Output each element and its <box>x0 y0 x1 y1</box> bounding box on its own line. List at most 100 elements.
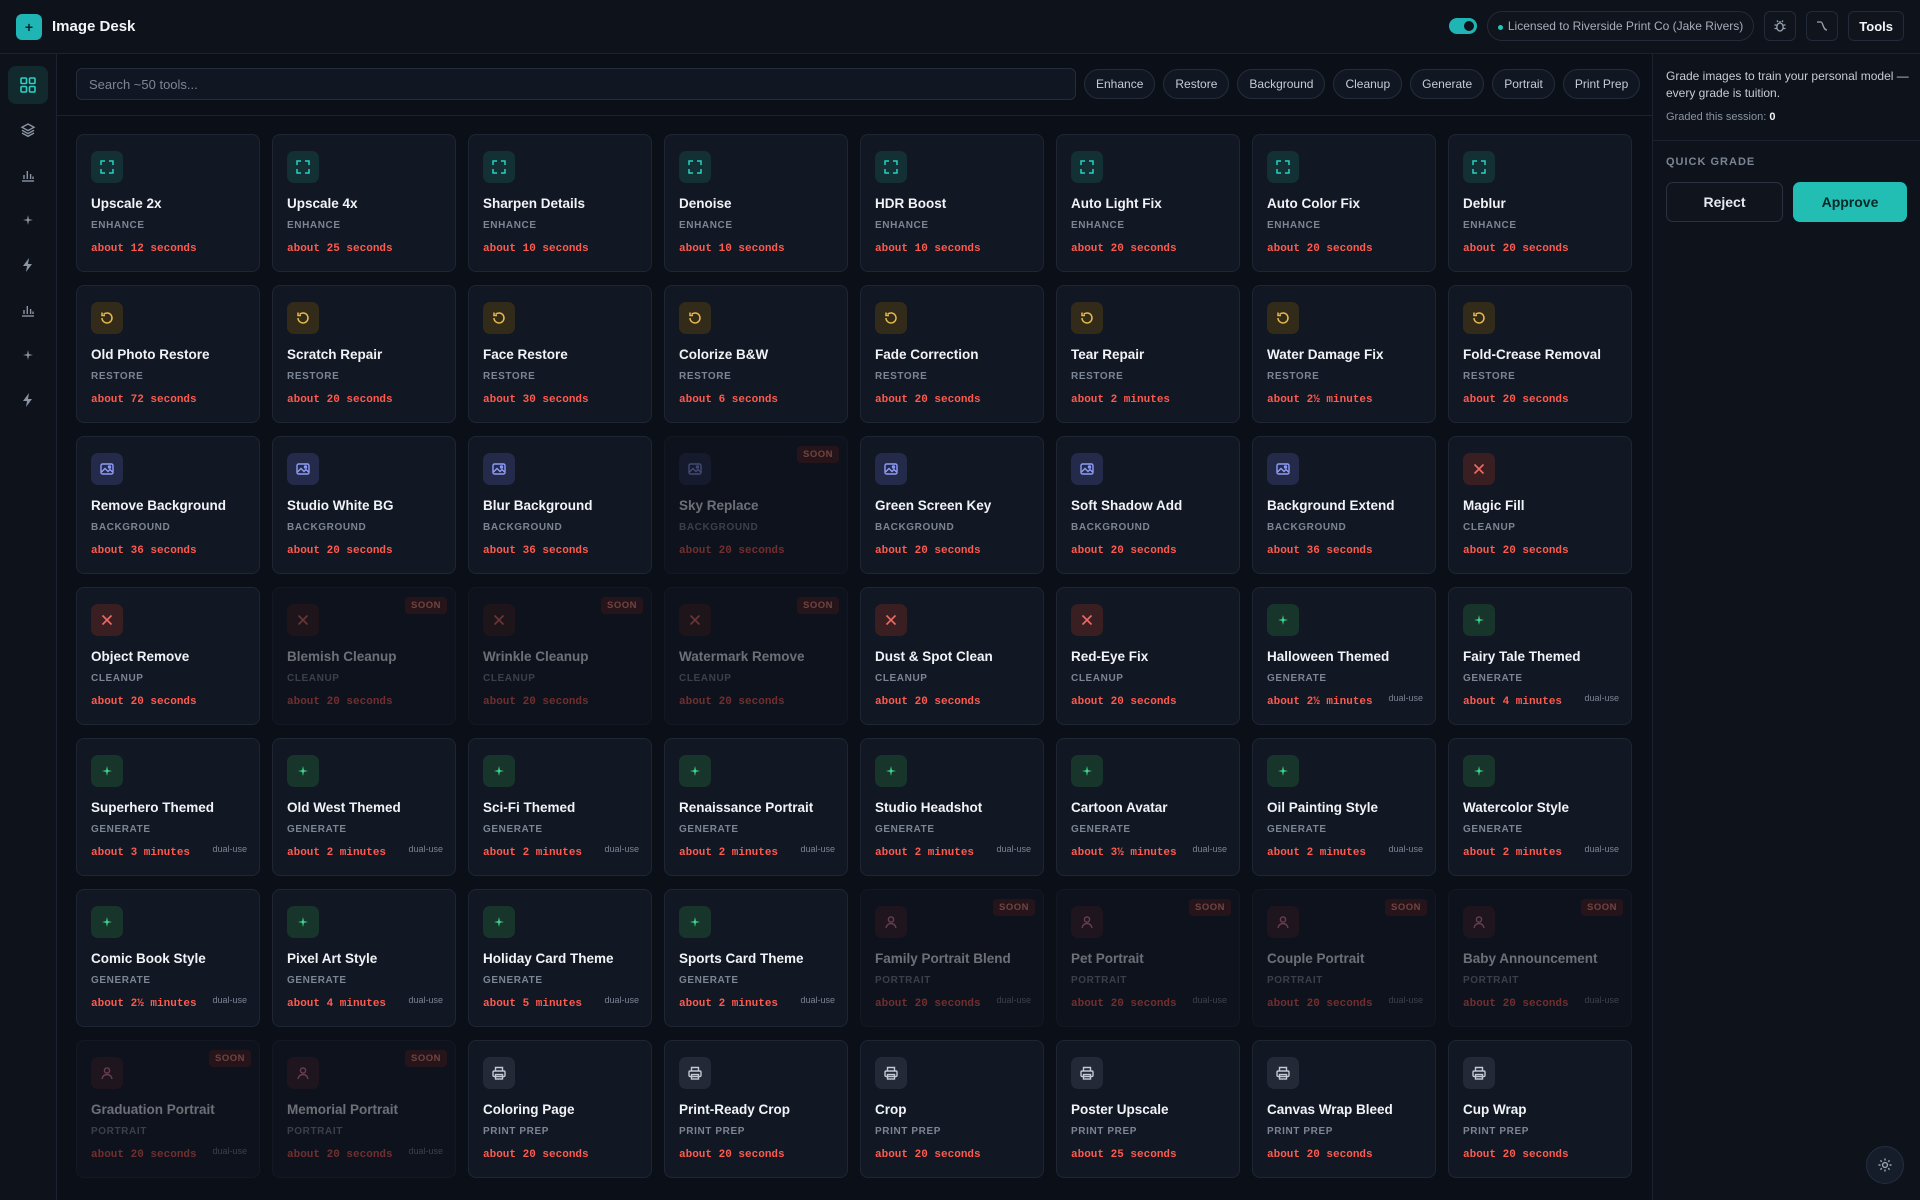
search-input[interactable] <box>76 68 1076 100</box>
tool-card[interactable]: Graduation Portrait PORTRAIT about 20 seco… <box>76 1040 260 1178</box>
tool-card[interactable]: Green Screen Key BACKGROUND about 20 secon… <box>860 436 1044 574</box>
brand[interactable]: + Image Desk <box>16 13 135 40</box>
grading-panel: Grade images to train your personal mode… <box>1652 54 1920 1200</box>
tool-name: Sky Replace <box>679 498 759 513</box>
tool-card[interactable]: Background Extend BACKGROUND about 36 seco… <box>1252 436 1436 574</box>
tool-card[interactable]: Cartoon Avatar GENERATE about 3½ minutes du… <box>1056 738 1240 876</box>
tool-card[interactable]: Soft Shadow Add BACKGROUND about 20 second… <box>1056 436 1240 574</box>
settings-button[interactable] <box>1866 1146 1904 1184</box>
tool-card[interactable]: Upscale 2x ENHANCE about 12 seconds <box>76 134 260 272</box>
quick-grade-label: QUICK GRADE <box>1666 156 1756 168</box>
tool-name: Pixel Art Style <box>287 951 378 966</box>
tool-duration: about 20 seconds <box>287 545 393 557</box>
nav-item-5[interactable] <box>8 246 48 284</box>
tool-card[interactable]: Fairy Tale Themed GENERATE about 4 minutes… <box>1448 587 1632 725</box>
tool-card[interactable]: Denoise ENHANCE about 10 seconds <box>664 134 848 272</box>
tool-card[interactable]: Colorize B&W RESTORE about 6 seconds <box>664 285 848 423</box>
filter-chip-background[interactable]: Background <box>1237 69 1326 99</box>
tool-card[interactable]: Cup Wrap PRINT PREP about 20 seconds <box>1448 1040 1632 1178</box>
bug-report-button[interactable] <box>1764 11 1797 41</box>
nav-item-4[interactable] <box>8 201 48 239</box>
tool-card[interactable]: Poster Upscale PRINT PREP about 25 seconds <box>1056 1040 1240 1178</box>
dual-use-label: dual-use <box>1388 693 1423 703</box>
tool-card[interactable]: Comic Book Style GENERATE about 2½ minutes… <box>76 889 260 1027</box>
tool-category: RESTORE <box>483 371 536 382</box>
tool-card[interactable]: Memorial Portrait PORTRAIT about 20 second… <box>272 1040 456 1178</box>
nav-item-8[interactable] <box>8 381 48 419</box>
printer-icon <box>1463 1057 1495 1089</box>
tool-card[interactable]: Halloween Themed GENERATE about 2½ minutes… <box>1252 587 1436 725</box>
tool-category: BACKGROUND <box>1071 522 1151 533</box>
tool-category: CLEANUP <box>483 673 536 684</box>
tool-card[interactable]: Canvas Wrap Bleed PRINT PREP about 20 seco… <box>1252 1040 1436 1178</box>
tool-category: RESTORE <box>1267 371 1320 382</box>
tool-name: Studio White BG <box>287 498 394 513</box>
tool-card[interactable]: Crop PRINT PREP about 20 seconds <box>860 1040 1044 1178</box>
tool-card[interactable]: Studio White BG BACKGROUND about 20 second… <box>272 436 456 574</box>
tool-card[interactable]: Wrinkle Cleanup CLEANUP about 20 seconds SO… <box>468 587 652 725</box>
tool-card[interactable]: Sci-Fi Themed GENERATE about 2 minutes dual… <box>468 738 652 876</box>
tool-card[interactable]: Pixel Art Style GENERATE about 4 minutes du… <box>272 889 456 1027</box>
tool-card[interactable]: Upscale 4x ENHANCE about 25 seconds <box>272 134 456 272</box>
tool-card[interactable]: Coloring Page PRINT PREP about 20 seconds <box>468 1040 652 1178</box>
tool-card[interactable]: Fade Correction RESTORE about 20 seconds <box>860 285 1044 423</box>
tools-button[interactable]: Tools <box>1848 11 1904 41</box>
tool-card[interactable]: Watermark Remove CLEANUP about 20 seconds S… <box>664 587 848 725</box>
tool-card[interactable]: Baby Announcement PORTRAIT about 20 second… <box>1448 889 1632 1027</box>
filter-chip-restore[interactable]: Restore <box>1163 69 1230 99</box>
tool-card[interactable]: Pet Portrait PORTRAIT about 20 seconds dual… <box>1056 889 1240 1027</box>
filter-chip-enhance[interactable]: Enhance <box>1084 69 1156 99</box>
tool-card[interactable]: Face Restore RESTORE about 30 seconds <box>468 285 652 423</box>
tool-card[interactable]: Watercolor Style GENERATE about 2 minutes d… <box>1448 738 1632 876</box>
tool-card[interactable]: Magic Fill CLEANUP about 20 seconds <box>1448 436 1632 574</box>
tool-card[interactable]: Auto Light Fix ENHANCE about 20 seconds <box>1056 134 1240 272</box>
tool-card[interactable]: Holiday Card Theme GENERATE about 5 minute… <box>468 889 652 1027</box>
tool-duration: about 20 seconds <box>679 1149 785 1161</box>
tool-name: Graduation Portrait <box>91 1102 215 1117</box>
image-icon <box>91 453 123 485</box>
tool-card[interactable]: Red-Eye Fix CLEANUP about 20 seconds <box>1056 587 1240 725</box>
restore-icon <box>679 302 711 334</box>
tool-card[interactable]: Blur Background BACKGROUND about 36 second… <box>468 436 652 574</box>
nav-item-2[interactable] <box>8 111 48 149</box>
tool-card[interactable]: HDR Boost ENHANCE about 10 seconds <box>860 134 1044 272</box>
tool-card[interactable]: Sky Replace BACKGROUND about 20 seconds SOO… <box>664 436 848 574</box>
filter-chip-cleanup[interactable]: Cleanup <box>1333 69 1403 99</box>
nav-item-6[interactable] <box>8 291 48 329</box>
reject-button[interactable]: Reject <box>1666 182 1783 222</box>
filter-chip-portrait[interactable]: Portrait <box>1492 69 1555 99</box>
approve-button[interactable]: Approve <box>1793 182 1907 222</box>
tool-card[interactable]: Couple Portrait PORTRAIT about 20 seconds d… <box>1252 889 1436 1027</box>
theme-button[interactable] <box>1806 11 1839 41</box>
nav-item-7[interactable] <box>8 336 48 374</box>
nav-item-1[interactable] <box>8 66 48 104</box>
filter-chip-generate[interactable]: Generate <box>1410 69 1485 99</box>
tool-name: Family Portrait Blend <box>875 951 1011 966</box>
tool-category: GENERATE <box>287 824 347 835</box>
tool-card[interactable]: Renaissance Portrait GENERATE about 2 minu… <box>664 738 848 876</box>
tool-card[interactable]: Auto Color Fix ENHANCE about 20 seconds <box>1252 134 1436 272</box>
tool-card[interactable]: Scratch Repair RESTORE about 20 seconds <box>272 285 456 423</box>
tool-card[interactable]: Fold-Crease Removal RESTORE about 20 secon… <box>1448 285 1632 423</box>
tool-card[interactable]: Old West Themed GENERATE about 2 minutes du… <box>272 738 456 876</box>
tool-card[interactable]: Studio Headshot GENERATE about 2 minutes du… <box>860 738 1044 876</box>
filter-chip-print-prep[interactable]: Print Prep <box>1562 69 1641 99</box>
nav-item-3[interactable] <box>8 156 48 194</box>
tool-card[interactable]: Sports Card Theme GENERATE about 2 minutes… <box>664 889 848 1027</box>
mode-toggle[interactable] <box>1448 18 1477 34</box>
tool-card[interactable]: Oil Painting Style GENERATE about 2 minute… <box>1252 738 1436 876</box>
tool-category: ENHANCE <box>483 220 537 231</box>
tool-card[interactable]: Deblur ENHANCE about 20 seconds <box>1448 134 1632 272</box>
tool-card[interactable]: Dust & Spot Clean CLEANUP about 20 seconds <box>860 587 1044 725</box>
tool-card[interactable]: Blemish Cleanup CLEANUP about 20 seconds SO… <box>272 587 456 725</box>
tool-card[interactable]: Object Remove CLEANUP about 20 seconds <box>76 587 260 725</box>
tool-card[interactable]: Family Portrait Blend PORTRAIT about 20 se… <box>860 889 1044 1027</box>
tool-card[interactable]: Water Damage Fix RESTORE about 2½ minutes <box>1252 285 1436 423</box>
tool-card[interactable]: Tear Repair RESTORE about 2 minutes <box>1056 285 1240 423</box>
tool-card[interactable]: Remove Background BACKGROUND about 36 seco… <box>76 436 260 574</box>
tool-card[interactable]: Sharpen Details ENHANCE about 10 seconds <box>468 134 652 272</box>
tool-card[interactable]: Print-Ready Crop PRINT PREP about 20 secon… <box>664 1040 848 1178</box>
tool-card[interactable]: Superhero Themed GENERATE about 3 minutes d… <box>76 738 260 876</box>
tool-duration: about 20 seconds <box>1463 1149 1569 1161</box>
tool-card[interactable]: Old Photo Restore RESTORE about 72 seconds <box>76 285 260 423</box>
